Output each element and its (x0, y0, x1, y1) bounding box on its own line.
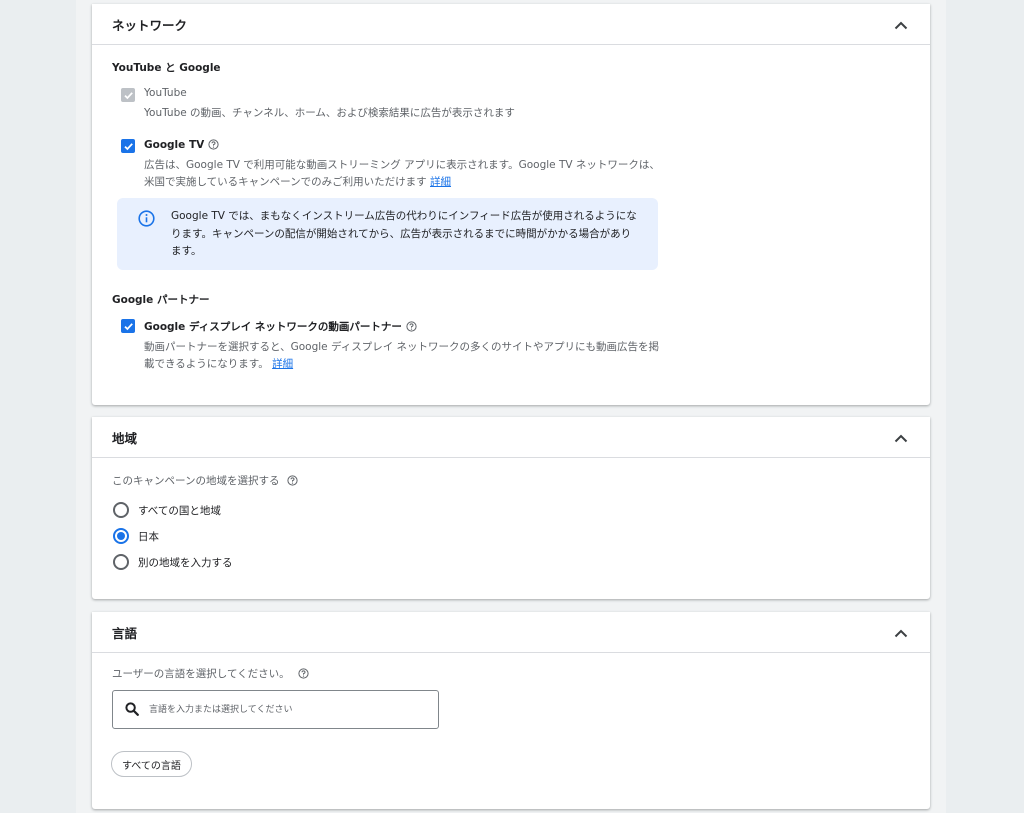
google-tv-option: Google TV (144, 139, 219, 153)
region-card: 地域 このキャンペーンの地域を選択する すべての国と地域 日本 別の地域を入力す… (92, 417, 930, 599)
language-collapse-button[interactable] (888, 620, 914, 646)
youtube-description: YouTube の動画、チャンネル、ホーム、および検索結果に広告が表示されます (144, 107, 515, 119)
google-tv-checkbox[interactable] (121, 139, 135, 153)
language-search-input[interactable] (147, 699, 427, 721)
help-circle-icon[interactable] (406, 321, 417, 335)
language-question-text: ユーザーの言語を選択してください。 (112, 668, 290, 680)
region-collapse-button[interactable] (888, 425, 914, 451)
youtube-label: YouTube (144, 87, 187, 99)
check-icon (123, 142, 133, 150)
all-languages-chip[interactable]: すべての言語 (111, 751, 192, 777)
region-card-header[interactable]: 地域 (92, 417, 930, 458)
display-partners-details-link[interactable]: 詳細 (272, 358, 293, 370)
region-question-text: このキャンペーンの地域を選択する (112, 475, 280, 487)
google-tv-info-text: Google TV では、まもなくインストリーム広告の代わりにインフィード広告が… (171, 210, 637, 257)
search-icon (125, 702, 139, 716)
language-card: 言語 ユーザーの言語を選択してください。 すべての言語 (92, 612, 930, 809)
google-tv-description-text: 広告は、Google TV で利用可能な動画ストリーミング アプリに表示されます… (144, 159, 660, 188)
region-option-other-label: 別の地域を入力する (138, 557, 233, 569)
network-card-header[interactable]: ネットワーク (92, 4, 930, 45)
google-tv-info-box: Google TV では、まもなくインストリーム広告の代わりにインフィード広告が… (117, 198, 658, 270)
chevron-up-icon (894, 21, 908, 29)
google-tv-description: 広告は、Google TV で利用可能な動画ストリーミング アプリに表示されます… (144, 157, 664, 191)
region-radio-all[interactable] (113, 502, 129, 518)
display-partners-label: Google ディスプレイ ネットワークの動画パートナー (144, 321, 402, 333)
region-title: 地域 (112, 431, 138, 446)
chevron-up-icon (894, 629, 908, 637)
display-partners-option: Google ディスプレイ ネットワークの動画パートナー (144, 319, 417, 335)
language-search-box[interactable] (112, 690, 439, 729)
network-card: ネットワーク YouTube と Google YouTube YouTube … (92, 4, 930, 405)
google-partners-heading: Google パートナー (112, 294, 210, 306)
network-collapse-button[interactable] (888, 12, 914, 38)
display-partners-description-text: 動画パートナーを選択すると、Google ディスプレイ ネットワークの多くのサイ… (144, 341, 660, 370)
google-tv-details-link[interactable]: 詳細 (430, 176, 451, 188)
display-partners-checkbox[interactable] (121, 319, 135, 333)
check-icon (123, 91, 133, 99)
google-tv-label: Google TV (144, 139, 205, 151)
language-question: ユーザーの言語を選択してください。 (112, 666, 309, 682)
network-title: ネットワーク (112, 18, 188, 33)
region-radio-japan[interactable] (113, 528, 129, 544)
language-card-header[interactable]: 言語 (92, 612, 930, 653)
region-option-all-label: すべての国と地域 (138, 505, 221, 517)
help-circle-icon[interactable] (208, 139, 219, 153)
youtube-google-heading: YouTube と Google (112, 62, 221, 74)
help-circle-icon[interactable] (287, 475, 299, 489)
help-circle-icon[interactable] (298, 668, 309, 682)
chevron-up-icon (894, 434, 908, 442)
region-option-japan-label: 日本 (138, 531, 159, 543)
check-icon (123, 322, 133, 330)
language-title: 言語 (112, 626, 138, 641)
region-question: このキャンペーンの地域を選択する (112, 473, 299, 489)
region-radio-other[interactable] (113, 554, 129, 570)
display-partners-description: 動画パートナーを選択すると、Google ディスプレイ ネットワークの多くのサイ… (144, 339, 664, 373)
info-icon (138, 210, 155, 227)
youtube-checkbox[interactable] (121, 88, 135, 102)
